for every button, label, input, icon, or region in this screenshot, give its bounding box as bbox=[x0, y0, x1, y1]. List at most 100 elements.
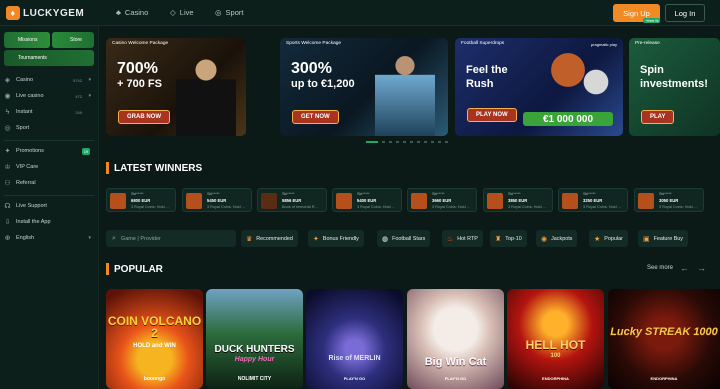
chevron-down-icon: ▾ bbox=[88, 235, 91, 241]
category-top-10[interactable]: ♜ Top-10 bbox=[490, 230, 527, 247]
sidebar-item-label: English bbox=[16, 235, 35, 241]
category-popular[interactable]: ★ Popular bbox=[589, 230, 628, 247]
winner-amount: 3850 EUR bbox=[508, 198, 528, 203]
carousel-dot[interactable] bbox=[396, 141, 399, 143]
winner-card[interactable]: Ski***** 6800 EUR 3 Royal Coins: Hold ..… bbox=[106, 188, 176, 212]
game-card[interactable]: Rise of MERLIN PLAY'N GO bbox=[306, 289, 403, 389]
grab-now-button[interactable]: GRAB NOW bbox=[118, 110, 170, 124]
search-input[interactable]: ⌕ Game | Provider bbox=[106, 230, 236, 247]
divider bbox=[4, 195, 94, 196]
banner-casino-welcome[interactable]: Casino Welcome Package 700% + 700 FS GRA… bbox=[106, 38, 246, 136]
provider-logo: booongo bbox=[143, 376, 166, 382]
tournaments-tile[interactable]: Tournaments bbox=[4, 50, 94, 66]
game-card[interactable]: DUCK HUNTERS Happy Hour NOLIMIT CITY bbox=[206, 289, 303, 389]
bolt-icon: ϟ bbox=[5, 108, 10, 116]
login-button[interactable]: Log In bbox=[665, 4, 705, 22]
sidebar-item-live-casino[interactable]: ◉ Live casino 472 ▾ bbox=[4, 90, 94, 102]
category-recommended[interactable]: ♛ Recommended bbox=[241, 230, 298, 247]
winner-card[interactable]: Ski***** 3660 EUR 3 Royal Coins: Hold ..… bbox=[407, 188, 477, 212]
sidebar-item-vip-care[interactable]: ♔ VIP Care bbox=[4, 161, 94, 173]
fire-icon: ♨ bbox=[447, 235, 454, 243]
sidebar-item-promotions[interactable]: ✦ Promotions 19 bbox=[4, 145, 94, 157]
winner-card[interactable]: Ski***** 5400 EUR 3 Royal Coins: Hold ..… bbox=[332, 188, 402, 212]
prize-amount: €1 000 000 bbox=[523, 112, 613, 126]
carousel-dot[interactable] bbox=[366, 141, 378, 143]
sidebar-item-label: Sport bbox=[16, 125, 30, 131]
get-now-button[interactable]: GET NOW bbox=[292, 110, 339, 124]
banner-football-superdrops[interactable]: Football Superdrops pragmatic play Feel … bbox=[455, 38, 623, 136]
winner-user: Ski***** bbox=[207, 192, 220, 196]
banner-subheadline: investments! bbox=[640, 78, 708, 90]
sidebar-item-install-app[interactable]: ⇩ Install the App bbox=[4, 216, 94, 228]
provider-logo: PLAY'N GO bbox=[444, 376, 467, 381]
carousel-dot[interactable] bbox=[410, 141, 413, 143]
carousel-dot[interactable] bbox=[382, 141, 385, 143]
winner-amount: 5400 EUR bbox=[357, 198, 377, 203]
sidebar-item-casino[interactable]: ◈ Casino 5742 ▾ bbox=[4, 74, 94, 86]
game-title: Rise of MERLIN bbox=[328, 355, 381, 362]
game-card[interactable]: Lucky STREAK 1000 ENDORPHINA bbox=[608, 289, 720, 389]
sidebar-item-sport[interactable]: ◎ Sport bbox=[4, 122, 94, 134]
sidebar-item-instant[interactable]: ϟ Instant 249 bbox=[4, 106, 94, 118]
language-selector[interactable]: ⊕ English ▾ bbox=[4, 232, 94, 244]
arrow-right-icon[interactable]: → bbox=[697, 263, 706, 273]
winner-card[interactable]: Ski***** 3850 EUR 3 Royal Coins: Hold ..… bbox=[483, 188, 553, 212]
play-button[interactable]: PLAY bbox=[641, 110, 675, 124]
winner-card[interactable]: Ski***** 5450 EUR 3 Royal Coins: Hold ..… bbox=[182, 188, 252, 212]
brand-name: LUCKYGEM bbox=[23, 7, 85, 19]
category-label: Top-10 bbox=[505, 235, 522, 242]
category-football-stars[interactable]: ◍ Football Stars bbox=[377, 230, 431, 247]
language-icon: ⊕ bbox=[4, 234, 11, 242]
category-label: Popular bbox=[604, 235, 623, 242]
sidebar-item-live-support[interactable]: ☊ Live Support bbox=[4, 200, 94, 212]
tab-live[interactable]: ◇ Live bbox=[170, 8, 194, 17]
promo-image bbox=[540, 46, 610, 106]
category-feature-buy[interactable]: ▣ Feature Buy bbox=[638, 230, 688, 247]
winner-game: 3 Royal Coins: Hold ... bbox=[659, 205, 697, 209]
category-label: Hot RTP bbox=[457, 235, 478, 242]
banner-tag: Football Superdrops bbox=[461, 41, 505, 46]
sidebar: Missions Store Tournaments ◈ Casino 5742… bbox=[0, 26, 99, 389]
carousel-dot[interactable] bbox=[431, 141, 434, 143]
tournaments-label: Tournaments bbox=[18, 55, 47, 61]
game-title: COIN VOLCANO 2 bbox=[107, 314, 202, 340]
banner-tag: Sports Welcome Package bbox=[286, 41, 342, 46]
game-card[interactable]: Big Win Cat PLAY'N GO bbox=[407, 289, 504, 389]
tab-sport[interactable]: ◎ Sport bbox=[215, 8, 243, 17]
missions-tile[interactable]: Missions bbox=[4, 32, 50, 48]
category-jackpots[interactable]: ◉ Jackpots bbox=[536, 230, 578, 247]
arrow-left-icon[interactable]: ← bbox=[680, 263, 689, 273]
sidebar-item-referral[interactable]: ⚇ Referral bbox=[4, 177, 94, 189]
winner-user: Ski***** bbox=[282, 192, 295, 196]
category-hot-rtp[interactable]: ♨ Hot RTP bbox=[442, 230, 483, 247]
store-tile[interactable]: Store bbox=[52, 32, 94, 48]
game-thumbnail bbox=[110, 193, 126, 209]
winner-card[interactable]: Ski***** 3050 EUR 3 Royal Coins: Hold ..… bbox=[634, 188, 704, 212]
see-more-link[interactable]: See more bbox=[647, 265, 673, 271]
category-bonus-friendly[interactable]: ✦ Bonus Friendly bbox=[308, 230, 364, 247]
sidebar-item-label: Live Support bbox=[16, 203, 47, 209]
winner-card[interactable]: Ski***** 5856 EUR Book of Immortal R... bbox=[257, 188, 327, 212]
divider bbox=[4, 140, 94, 141]
carousel-dot[interactable] bbox=[424, 141, 427, 143]
game-card[interactable]: COIN VOLCANO 2 HOLD and WIN booongo bbox=[106, 289, 203, 389]
provider-logo: ENDORPHINA bbox=[542, 376, 569, 381]
carousel-dot[interactable] bbox=[403, 141, 406, 143]
game-thumbnail bbox=[638, 193, 654, 209]
carousel-dot[interactable] bbox=[417, 141, 420, 143]
game-card[interactable]: HELL HOT 100 ENDORPHINA bbox=[507, 289, 604, 389]
play-now-button[interactable]: PLAY NOW bbox=[467, 108, 517, 122]
banner-sports-welcome[interactable]: Sports Welcome Package 300% up to €1,200… bbox=[280, 38, 448, 136]
game-thumbnail bbox=[411, 193, 427, 209]
tab-casino[interactable]: ♣ Casino bbox=[116, 8, 148, 17]
carousel-dot[interactable] bbox=[445, 141, 448, 143]
sidebar-item-label: Live casino bbox=[16, 93, 44, 99]
banner-pre-release[interactable]: Pre-release Spin investments! PLAY bbox=[629, 38, 720, 136]
brand-logo[interactable]: ♦ LUCKYGEM bbox=[6, 6, 84, 20]
carousel-dot[interactable] bbox=[438, 141, 441, 143]
carousel-pagination[interactable] bbox=[366, 141, 448, 143]
winner-card[interactable]: Ski***** 3250 EUR 3 Royal Coins: Hold ..… bbox=[558, 188, 628, 212]
winner-user: Ski***** bbox=[432, 192, 445, 196]
carousel-dot[interactable] bbox=[389, 141, 392, 143]
gem-icon: ♦ bbox=[6, 6, 20, 20]
